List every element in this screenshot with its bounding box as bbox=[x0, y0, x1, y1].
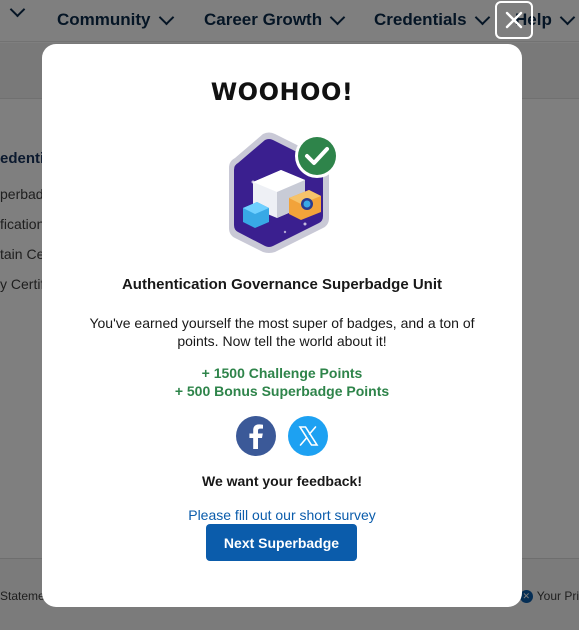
next-superbadge-button[interactable]: Next Superbadge bbox=[206, 524, 357, 561]
feedback-heading: We want your feedback! bbox=[201, 473, 362, 489]
close-icon bbox=[505, 11, 523, 29]
badge-description: You've earned yourself the most super of… bbox=[89, 315, 475, 349]
x-icon bbox=[298, 426, 319, 446]
badge-name: Authentication Governance Superbadge Uni… bbox=[121, 276, 443, 293]
survey-link[interactable]: Please fill out our short survey bbox=[42, 507, 522, 523]
superbadge-icon bbox=[225, 132, 341, 254]
badge-earned-modal: WOOHOO! Authentication Governance Superb… bbox=[42, 44, 522, 607]
close-button[interactable] bbox=[495, 1, 533, 39]
bonus-points: + 500 Bonus Superbadge Points bbox=[174, 383, 390, 399]
facebook-icon bbox=[249, 424, 263, 449]
share-x-button[interactable] bbox=[288, 416, 328, 456]
challenge-points: + 1500 Challenge Points bbox=[201, 365, 363, 381]
share-facebook-button[interactable] bbox=[236, 416, 276, 456]
modal-title: WOOHOO! bbox=[210, 78, 354, 106]
